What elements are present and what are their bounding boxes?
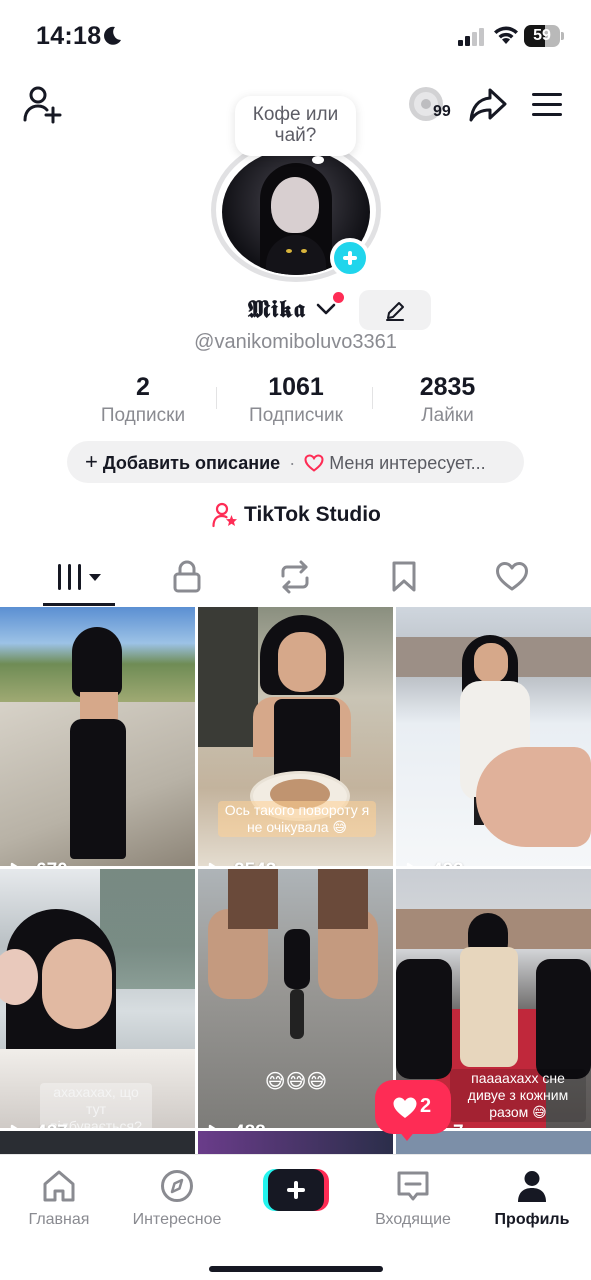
create-button[interactable] xyxy=(263,1169,329,1211)
like-notification[interactable]: 2 xyxy=(375,1080,451,1134)
bookmark-icon xyxy=(392,561,416,592)
stat-divider xyxy=(372,387,373,409)
plus-icon xyxy=(268,1169,324,1211)
video-tile[interactable] xyxy=(0,1131,195,1155)
studio-person-icon xyxy=(212,502,237,528)
view-count-label: 670 xyxy=(36,860,68,866)
view-count-label: 488 xyxy=(234,1122,266,1128)
bottom-nav: Главная Интересное Входящие Профиль xyxy=(0,1154,591,1280)
username: @vanikomiboluvo3361 xyxy=(194,331,397,353)
heart-filled-icon xyxy=(393,1097,417,1118)
chevron-down-icon[interactable] xyxy=(316,302,336,316)
video-caption: Ось такого повороту я не очікувала 😅 xyxy=(218,801,376,837)
video-tile[interactable]: ахахахах, що тут відбувається? 😅 487 xyxy=(0,869,195,1128)
bio-pill[interactable]: + Добавить описание · Меня интересует... xyxy=(67,441,524,483)
share-icon xyxy=(469,88,507,122)
followers-stat[interactable]: 1061 Подписчик xyxy=(231,373,361,428)
stat-divider xyxy=(216,387,217,409)
signal-icon xyxy=(458,28,484,46)
status-time: 14:18 xyxy=(36,22,102,50)
tab-favorites[interactable] xyxy=(364,555,444,601)
tab-private[interactable] xyxy=(147,555,227,601)
play-icon xyxy=(406,862,414,866)
view-count-label: 487 xyxy=(36,1122,68,1128)
video-tile[interactable]: Ось такого повороту я не очікувала 😅 254… xyxy=(198,607,393,866)
menu-icon xyxy=(532,93,562,116)
bio-separator: · xyxy=(289,453,296,473)
interests-label: Меня интересует... xyxy=(329,453,486,473)
following-stat[interactable]: 2 Подписки xyxy=(83,373,203,428)
like-notification-tail xyxy=(398,1130,416,1141)
lock-icon xyxy=(173,560,201,593)
followers-label: Подписчик xyxy=(249,405,343,426)
menu-button[interactable] xyxy=(530,90,566,120)
nav-discover-label: Интересное xyxy=(132,1211,222,1228)
edit-profile-button[interactable] xyxy=(359,290,431,330)
compass-icon xyxy=(161,1170,193,1202)
note-tail xyxy=(312,156,324,164)
battery-indicator: 59 xyxy=(524,25,564,47)
tab-videos[interactable] xyxy=(40,555,120,601)
nav-inbox[interactable]: Входящие xyxy=(354,1163,472,1233)
add-bio-label: Добавить описание xyxy=(102,453,281,473)
video-caption: 😅😅😅 xyxy=(264,1071,328,1093)
followers-count: 1061 xyxy=(268,373,324,401)
nav-inbox-label: Входящие xyxy=(375,1211,451,1228)
nav-profile[interactable]: Профиль xyxy=(473,1163,591,1233)
heart-icon xyxy=(496,562,528,591)
likes-count: 2835 xyxy=(419,373,476,401)
repost-icon xyxy=(281,560,309,594)
play-icon xyxy=(10,1124,18,1128)
display-name: 𝕸𝖎𝖐𝖆 xyxy=(248,294,306,323)
studio-label: TikTok Studio xyxy=(244,503,381,526)
likes-label: Лайки xyxy=(421,405,474,426)
battery-level: 59 xyxy=(533,27,551,44)
notification-dot xyxy=(333,292,344,303)
video-tile[interactable] xyxy=(396,1131,591,1155)
home-icon xyxy=(43,1170,75,1202)
view-count-label: 7 xyxy=(453,1122,464,1128)
moon-icon xyxy=(104,26,121,45)
view-count-label: 493 xyxy=(432,860,464,866)
add-story-button[interactable] xyxy=(330,238,370,278)
play-icon xyxy=(208,1124,216,1128)
nav-home-label: Главная xyxy=(28,1211,90,1228)
active-tab-indicator xyxy=(43,603,115,606)
play-icon xyxy=(208,862,216,866)
pencil-icon xyxy=(386,302,404,321)
play-icon xyxy=(10,862,18,866)
video-tile[interactable]: 670 xyxy=(0,607,195,866)
profile-icon xyxy=(518,1171,546,1202)
following-label: Подписки xyxy=(100,405,186,426)
status-bar: 14:18 59 xyxy=(0,0,591,72)
view-count-label: 2543 xyxy=(234,860,276,866)
video-tile[interactable]: 😅😅😅 488 xyxy=(198,869,393,1128)
coin-count: 99 xyxy=(433,103,451,120)
home-indicator xyxy=(209,1266,383,1272)
note-bubble[interactable]: Кофе или чай? xyxy=(235,96,356,156)
add-friend-button[interactable] xyxy=(22,84,64,126)
nav-discover[interactable]: Интересное xyxy=(118,1163,236,1233)
tab-liked[interactable] xyxy=(472,555,552,601)
nav-profile-label: Профиль xyxy=(494,1211,570,1228)
likes-stat[interactable]: 2835 Лайки xyxy=(390,373,505,428)
tab-reposts[interactable] xyxy=(255,555,335,601)
share-button[interactable] xyxy=(468,86,508,124)
plus-icon: + xyxy=(85,449,98,474)
add-friend-icon xyxy=(23,86,62,124)
coin-badge[interactable]: 99 xyxy=(407,85,457,125)
following-count: 2 xyxy=(136,373,150,401)
video-caption: паааахахх сне дивуе з кожним разом 😅 xyxy=(450,1069,586,1122)
video-tile[interactable]: 493 xyxy=(396,607,591,866)
wifi-icon xyxy=(494,26,518,44)
inbox-icon xyxy=(397,1171,429,1201)
nav-home[interactable]: Главная xyxy=(0,1163,118,1233)
heart-outline-icon xyxy=(304,454,324,472)
video-tile[interactable] xyxy=(198,1131,393,1155)
like-count: 2 xyxy=(420,1095,432,1117)
grid-icon xyxy=(58,564,101,590)
